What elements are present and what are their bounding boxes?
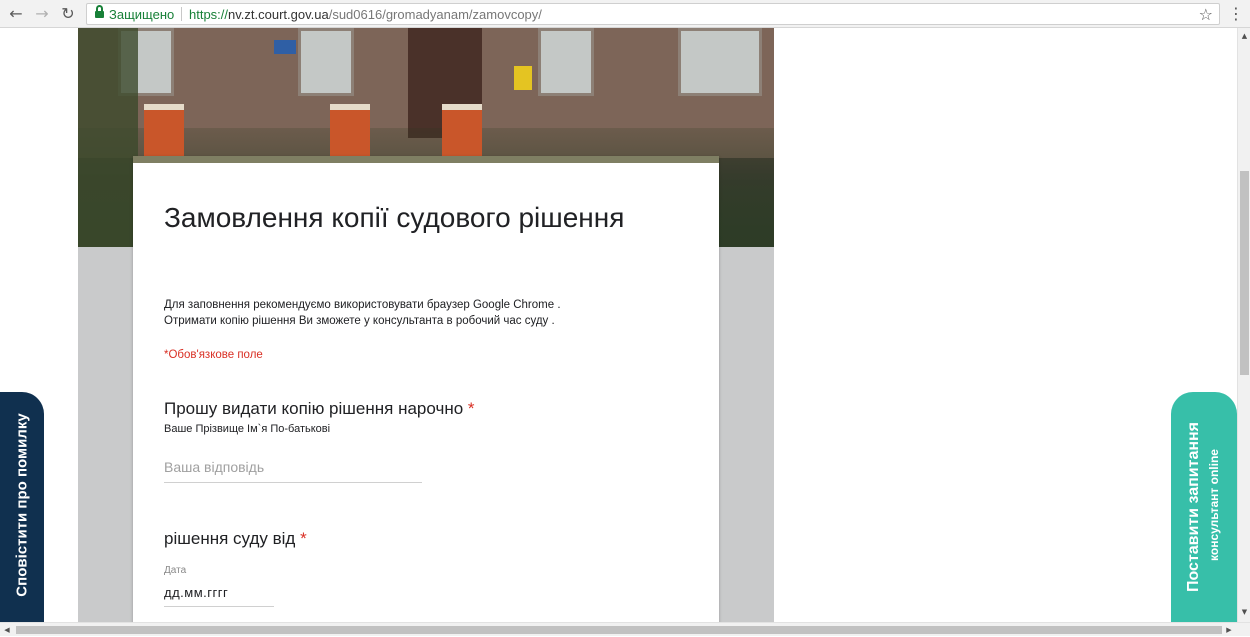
url-protocol: https:// xyxy=(189,7,229,22)
required-asterisk: * xyxy=(300,529,307,548)
scroll-left-arrow-icon[interactable]: ◀ xyxy=(0,623,14,637)
page-viewport: Замовлення копії судового рішення Для за… xyxy=(0,28,1237,622)
header-image-plaque xyxy=(274,40,296,54)
name-answer-input[interactable]: Ваша відповідь xyxy=(164,459,422,483)
report-error-label[interactable]: Сповістити про помилку xyxy=(14,413,31,596)
header-image-window xyxy=(298,28,354,96)
lock-icon xyxy=(95,5,104,19)
horizontal-scrollbar[interactable]: ◀ ▶ xyxy=(0,622,1250,636)
bookmark-star-icon[interactable]: ☆ xyxy=(1199,5,1213,24)
form-description: Для заповнення рекомендуємо використовув… xyxy=(164,297,694,329)
header-image-window xyxy=(538,28,594,96)
required-field-note: *Обов'язкове поле xyxy=(164,349,263,361)
url-text[interactable]: https://nv.zt.court.gov.ua/sud0616/groma… xyxy=(189,7,542,22)
scroll-right-arrow-icon[interactable]: ▶ xyxy=(1222,623,1236,637)
required-asterisk: * xyxy=(467,399,475,418)
scroll-up-arrow-icon[interactable]: ▲ xyxy=(1238,30,1250,42)
question-title-text: рішення суду від xyxy=(164,529,296,548)
question-title-name: Прошу видати копію рішення нарочно * xyxy=(164,399,475,419)
scroll-down-arrow-icon[interactable]: ▼ xyxy=(1238,606,1250,618)
address-bar[interactable]: Защищено https://nv.zt.court.gov.ua/sud0… xyxy=(86,3,1220,25)
form-card: Замовлення копії судового рішення Для за… xyxy=(133,156,719,622)
forward-button[interactable]: → xyxy=(32,4,52,24)
vertical-scroll-thumb[interactable] xyxy=(1240,171,1249,375)
form-title: Замовлення копії судового рішення xyxy=(164,202,625,233)
header-image-window xyxy=(678,28,762,96)
question-help-text: Ваше Прізвище Ім`я По-батькові xyxy=(164,423,331,435)
reload-button[interactable]: ↻ xyxy=(58,4,78,24)
ask-question-label[interactable]: Поставити запитання xyxy=(1185,422,1203,592)
form-description-line: Для заповнення рекомендуємо використовув… xyxy=(164,299,561,311)
security-label: Защищено xyxy=(109,7,175,22)
date-field-label: Дата xyxy=(164,565,187,576)
question-title-date: рішення суду від * xyxy=(164,529,307,549)
header-image-mailbox xyxy=(514,66,532,90)
header-image-tree xyxy=(78,28,138,247)
url-path: /sud0616/gromadyanam/zamovcopy/ xyxy=(328,7,542,22)
horizontal-scroll-thumb[interactable] xyxy=(16,626,1222,634)
date-input[interactable]: дд.мм.гггг xyxy=(164,585,274,607)
back-button[interactable]: ← xyxy=(6,4,26,24)
consultant-online-label[interactable]: консультант online xyxy=(1207,449,1221,561)
question-title-text: Прошу видати копію рішення нарочно xyxy=(164,399,464,418)
browser-menu-icon[interactable]: ⋮ xyxy=(1228,4,1244,24)
ask-question-tab[interactable] xyxy=(1171,392,1237,622)
form-description-line: Отримати копію рішення Ви зможете у конс… xyxy=(164,315,555,327)
url-host: nv.zt.court.gov.ua xyxy=(228,7,329,22)
address-divider xyxy=(181,7,182,21)
browser-toolbar: ← → ↻ Защищено https://nv.zt.court.gov.u… xyxy=(0,0,1250,28)
vertical-scrollbar[interactable]: ▲ ▼ xyxy=(1237,28,1250,622)
